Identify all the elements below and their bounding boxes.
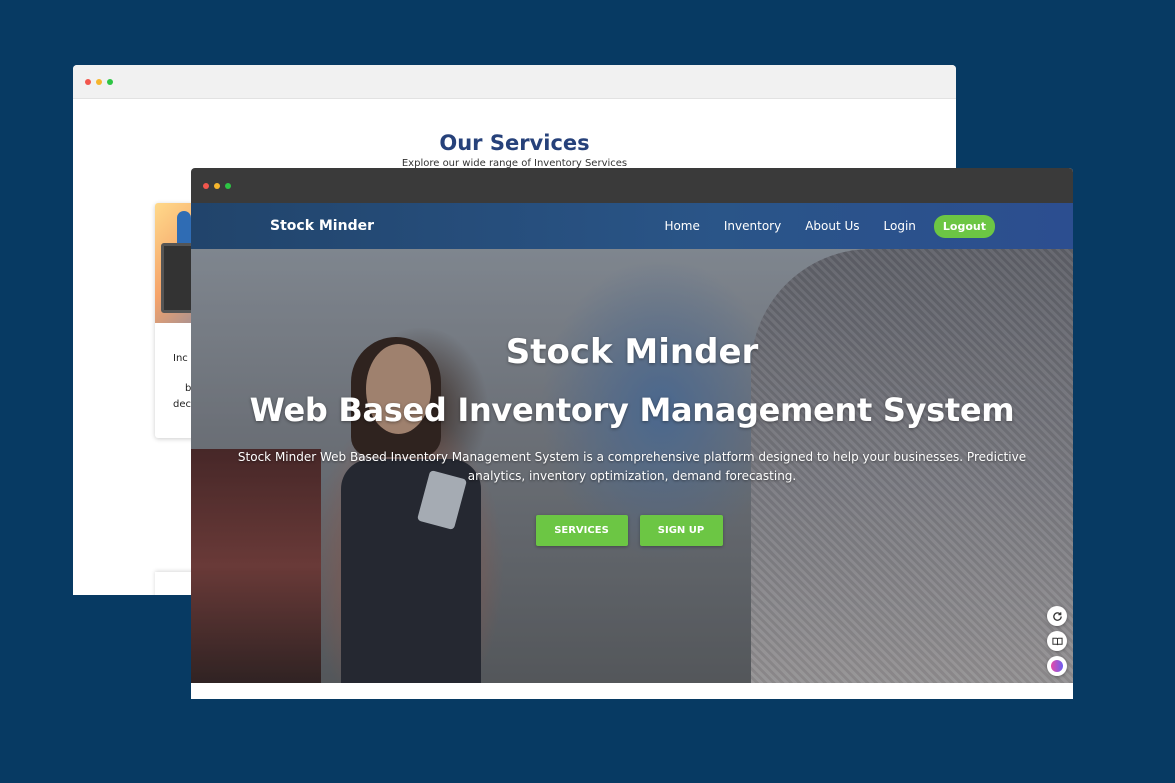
navbar: Stock Minder Home Inventory About Us Log… bbox=[191, 203, 1073, 249]
card-text-fragment: Inc bbox=[173, 353, 188, 364]
hero-description: Stock Minder Web Based Inventory Managem… bbox=[237, 450, 1027, 483]
refresh-icon[interactable] bbox=[1047, 606, 1067, 626]
nav-about[interactable]: About Us bbox=[805, 219, 859, 233]
services-button[interactable]: SERVICES bbox=[535, 515, 628, 546]
nav-home[interactable]: Home bbox=[664, 219, 699, 233]
card-text-fragment: dec bbox=[173, 399, 191, 410]
nav-inventory[interactable]: Inventory bbox=[724, 219, 781, 233]
hero-title: Stock Minder bbox=[505, 332, 759, 372]
book-icon[interactable] bbox=[1047, 631, 1067, 651]
close-dot[interactable] bbox=[203, 182, 209, 189]
brain-icon[interactable] bbox=[1047, 656, 1067, 676]
side-widgets bbox=[1047, 606, 1067, 676]
nav-login[interactable]: Login bbox=[884, 219, 916, 233]
maximize-dot[interactable] bbox=[107, 78, 113, 85]
maximize-dot[interactable] bbox=[225, 182, 231, 189]
close-dot[interactable] bbox=[85, 78, 91, 85]
hero-section: Stock Minder Web Based Inventory Managem… bbox=[191, 249, 1073, 683]
services-title: Our Services bbox=[439, 131, 590, 155]
brand-logo[interactable]: Stock Minder bbox=[270, 218, 374, 234]
nav-links: Home Inventory About Us Login Logout bbox=[640, 214, 995, 238]
hero-subtitle: Web Based Inventory Management System bbox=[249, 391, 1015, 429]
signup-button[interactable]: SIGN UP bbox=[639, 515, 723, 546]
logout-button[interactable]: Logout bbox=[933, 214, 995, 238]
minimize-dot[interactable] bbox=[214, 182, 220, 189]
home-window: Stock Minder Home Inventory About Us Log… bbox=[191, 168, 1073, 699]
hero-buttons: SERVICES SIGN UP bbox=[191, 515, 1073, 546]
minimize-dot[interactable] bbox=[96, 78, 102, 85]
window-chrome bbox=[73, 65, 956, 99]
window-chrome bbox=[191, 168, 1073, 203]
person-figure-icon bbox=[177, 211, 191, 247]
